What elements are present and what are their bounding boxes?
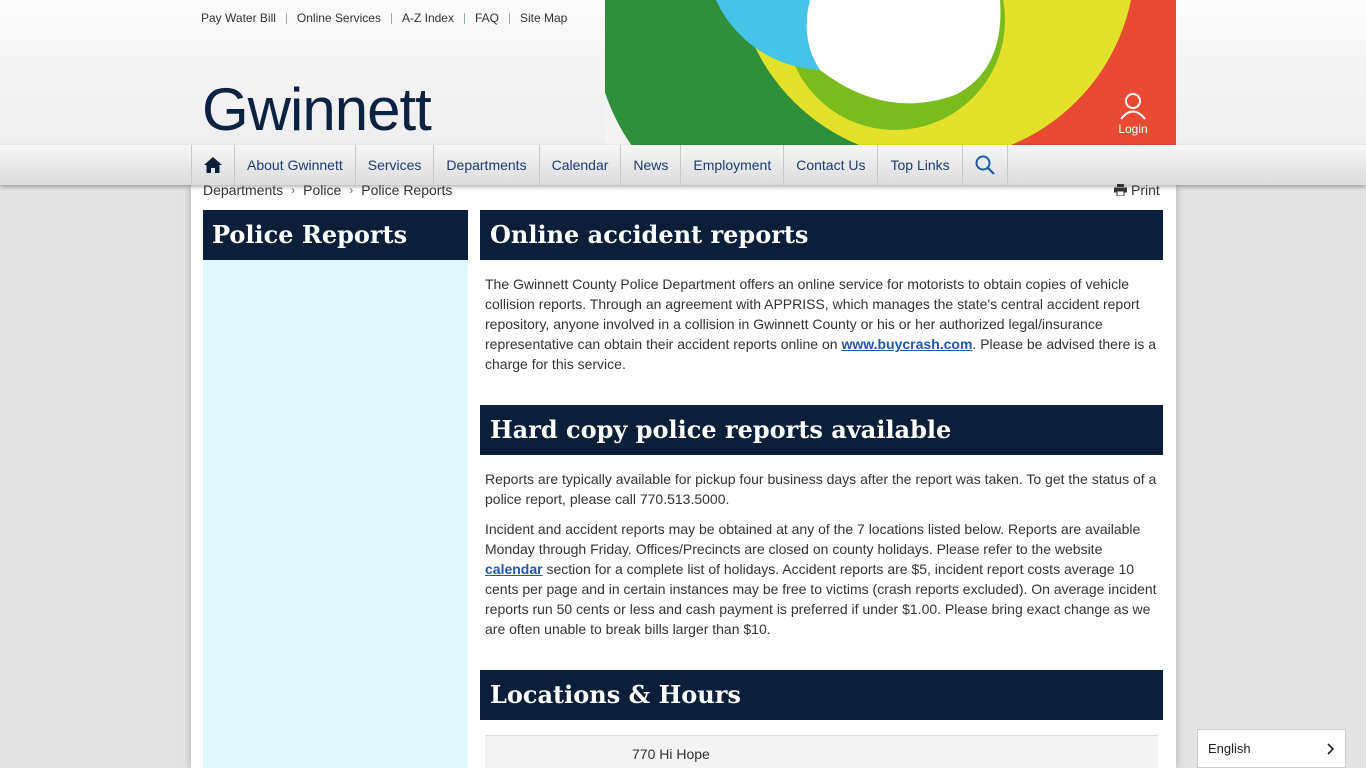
- language-selected: English: [1208, 741, 1251, 756]
- utility-link-site-map[interactable]: Site Map: [509, 12, 577, 24]
- section-title-online-accident-reports: Online accident reports: [480, 210, 1163, 260]
- language-selector[interactable]: English: [1197, 729, 1346, 768]
- nav-home[interactable]: [191, 145, 235, 185]
- sidebar: Police Reports: [203, 210, 468, 768]
- login-button[interactable]: Login: [1112, 92, 1154, 136]
- utility-link-az-index[interactable]: A-Z Index: [390, 12, 464, 24]
- nav-departments[interactable]: Departments: [434, 145, 540, 185]
- search-icon: [975, 155, 995, 175]
- utility-nav: Pay Water Bill Online Services A-Z Index…: [201, 10, 577, 26]
- print-label: Print: [1131, 182, 1160, 198]
- print-button[interactable]: Print: [1114, 182, 1160, 198]
- breadcrumb: Departments › Police › Police Reports: [203, 182, 452, 198]
- nav-top-links[interactable]: Top Links: [878, 145, 963, 185]
- header-artwork: [605, 0, 1176, 145]
- utility-link-faq[interactable]: FAQ: [463, 12, 509, 24]
- hardcopy-text-after: section for a complete list of holidays.…: [485, 561, 1157, 637]
- calendar-link[interactable]: calendar: [485, 561, 543, 577]
- nav-contact-us[interactable]: Contact Us: [784, 145, 879, 185]
- buycrash-link[interactable]: www.buycrash.com: [841, 336, 972, 352]
- site-header: Pay Water Bill Online Services A-Z Index…: [0, 0, 1366, 145]
- home-icon: [204, 157, 222, 173]
- utility-link-pay-water-bill[interactable]: Pay Water Bill: [201, 12, 286, 24]
- breadcrumb-current: Police Reports: [361, 182, 453, 198]
- breadcrumb-departments[interactable]: Departments: [203, 182, 283, 198]
- sidebar-title: Police Reports: [203, 210, 468, 260]
- chevron-right-icon: ›: [291, 183, 296, 197]
- nav-search[interactable]: [963, 145, 1008, 185]
- online-reports-paragraph: The Gwinnett County Police Department of…: [480, 274, 1163, 374]
- login-label: Login: [1118, 122, 1148, 136]
- main-nav-bar: About Gwinnett Services Departments Cale…: [0, 145, 1366, 185]
- utility-link-online-services[interactable]: Online Services: [285, 12, 391, 24]
- nav-employment[interactable]: Employment: [681, 145, 785, 185]
- hardcopy-text-before: Incident and accident reports may be obt…: [485, 521, 1141, 557]
- chevron-right-icon: [1327, 742, 1335, 755]
- printer-icon: [1114, 184, 1127, 196]
- hardcopy-paragraph-1: Reports are typically available for pick…: [485, 471, 1157, 507]
- main-nav: About Gwinnett Services Departments Cale…: [191, 145, 1008, 185]
- breadcrumb-police[interactable]: Police: [303, 182, 341, 198]
- section-title-locations-hours: Locations & Hours: [480, 670, 1163, 720]
- chevron-right-icon: ›: [349, 183, 354, 197]
- nav-news[interactable]: News: [621, 145, 682, 185]
- hardcopy-paragraph-2: Incident and accident reports may be obt…: [480, 519, 1163, 639]
- nav-about-gwinnett[interactable]: About Gwinnett: [235, 145, 356, 185]
- nav-services[interactable]: Services: [356, 145, 435, 185]
- locations-table: 770 Hi Hope: [485, 735, 1158, 768]
- section-title-hard-copy: Hard copy police reports available: [480, 405, 1163, 455]
- site-logo[interactable]: Gwinnett: [202, 78, 432, 142]
- location-address: 770 Hi Hope: [632, 746, 710, 762]
- nav-calendar[interactable]: Calendar: [540, 145, 622, 185]
- user-icon: [1120, 93, 1146, 120]
